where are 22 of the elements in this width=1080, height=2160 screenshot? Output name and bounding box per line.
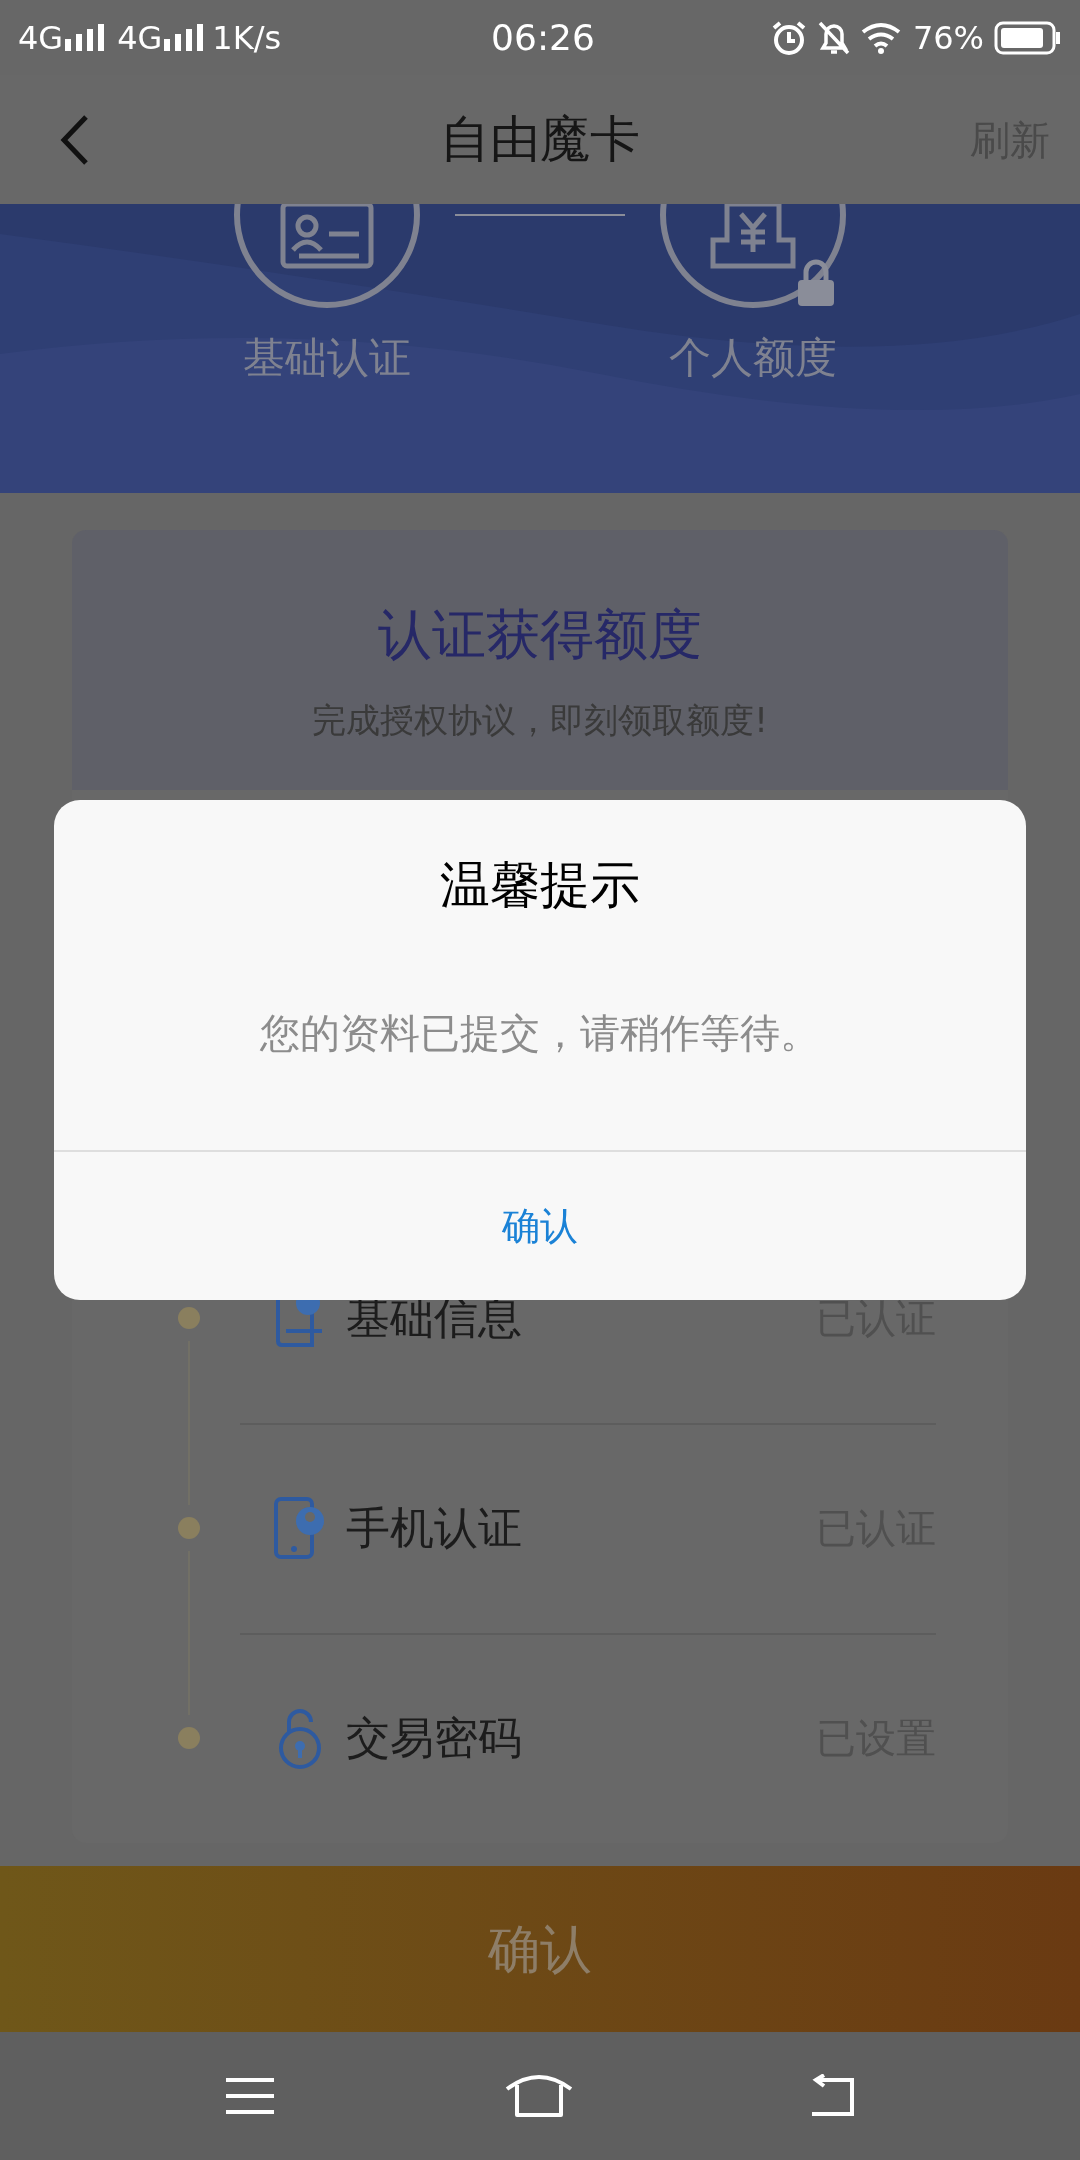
item-label: 手机认证 <box>346 1501 522 1555</box>
network-type: 4G <box>117 17 163 59</box>
item-label: 交易密码 <box>346 1711 522 1765</box>
network-speed: 1K/s <box>212 17 282 59</box>
dialog-title: 温馨提示 <box>440 855 640 916</box>
clock: 06:26 <box>491 15 595 60</box>
step-label: 基础认证 <box>243 332 411 384</box>
confirm-button[interactable]: 确认 <box>0 1866 1080 2032</box>
dialog-message: 您的资料已提交，请稍作等待。 <box>260 1009 820 1058</box>
id-card-icon <box>279 204 375 270</box>
battery-icon <box>994 20 1062 55</box>
step-label: 个人额度 <box>669 332 837 384</box>
muted-bell-icon <box>816 19 851 56</box>
wifi-icon <box>860 21 901 54</box>
card-title: 认证获得额度 <box>378 602 702 668</box>
battery-percent: 76% <box>912 17 984 59</box>
network-type: 4G <box>18 17 64 59</box>
alarm-icon <box>770 19 807 56</box>
home-icon[interactable] <box>503 2073 575 2119</box>
menu-icon[interactable] <box>223 2076 276 2116</box>
dialog-confirm-button[interactable]: 确认 <box>54 1152 1026 1300</box>
page-title: 自由魔卡 <box>440 109 640 170</box>
